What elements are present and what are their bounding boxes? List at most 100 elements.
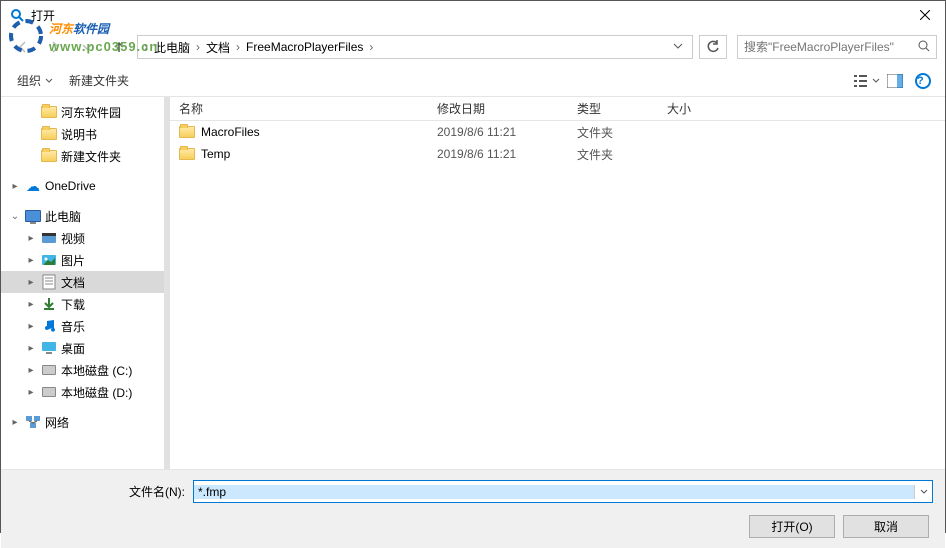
organize-label: 组织: [17, 72, 41, 89]
sidebar-item-1[interactable]: 说明书: [1, 123, 166, 145]
sidebar-item-0[interactable]: 河东软件园: [1, 101, 166, 123]
sidebar-item-12[interactable]: ▸桌面: [1, 337, 166, 359]
folder-icon: [41, 104, 57, 120]
sidebar-item-16[interactable]: ▸ 网络: [1, 411, 166, 433]
column-headers: 名称 修改日期 类型 大小: [167, 97, 945, 121]
nav-forward-button[interactable]: [41, 35, 69, 59]
breadcrumb-sep-icon: ›: [367, 40, 375, 54]
breadcrumb-sep-icon: ›: [142, 40, 150, 54]
nav-recent-button[interactable]: [73, 35, 101, 59]
refresh-button[interactable]: [699, 35, 727, 59]
help-button[interactable]: ?: [909, 69, 937, 93]
file-type: 文件夹: [565, 124, 655, 141]
sidebar-item-label: 河东软件园: [61, 104, 121, 121]
sidebar-item-7[interactable]: ▸ 视频: [1, 227, 166, 249]
new-folder-label: 新建文件夹: [69, 72, 129, 89]
new-folder-button[interactable]: 新建文件夹: [61, 68, 137, 93]
video-icon: [41, 230, 57, 246]
column-date[interactable]: 修改日期: [425, 100, 565, 117]
file-date: 2019/8/6 11:21: [425, 147, 565, 161]
navbar: › 此电脑 › 文档 › FreeMacroPlayerFiles ›: [1, 29, 945, 65]
arrow-left-icon: [15, 39, 31, 55]
pic-icon: [41, 252, 57, 268]
sidebar-item-4[interactable]: ▸☁OneDrive: [1, 175, 166, 197]
chevron-down-icon: [45, 77, 53, 85]
sidebar-item-label: 视频: [61, 230, 85, 247]
file-list[interactable]: MacroFiles2019/8/6 11:21文件夹Temp2019/8/6 …: [167, 121, 945, 469]
cancel-button[interactable]: 取消: [843, 515, 929, 538]
nav-up-button[interactable]: [105, 35, 133, 59]
chevron-icon: ▸: [25, 299, 37, 310]
refresh-icon: [706, 40, 720, 54]
chevron-down-icon: [82, 42, 92, 52]
splitter-handle[interactable]: [164, 97, 170, 469]
window-title: 打开: [31, 7, 905, 24]
doc-icon: [41, 274, 57, 290]
sidebar-item-label: 桌面: [61, 340, 85, 357]
view-mode-button[interactable]: [853, 69, 881, 93]
organize-button[interactable]: 组织: [9, 68, 61, 93]
address-dropdown-button[interactable]: [668, 40, 688, 54]
sidebar-item-14[interactable]: ▸本地磁盘 (D:): [1, 381, 166, 403]
sidebar-item-label: 此电脑: [45, 208, 81, 225]
pc-icon: [25, 208, 41, 224]
music-icon: [41, 318, 57, 334]
help-icon: ?: [915, 73, 931, 89]
breadcrumb-sep-icon: ›: [234, 40, 242, 54]
sidebar-item-label: 网络: [45, 414, 69, 431]
sidebar-item-8[interactable]: ▸图片: [1, 249, 166, 271]
chevron-icon: ▸: [25, 365, 37, 376]
sidebar-item-9[interactable]: ▸文档: [1, 271, 166, 293]
search-icon[interactable]: [918, 40, 930, 55]
sidebar-item-13[interactable]: ▸本地磁盘 (C:): [1, 359, 166, 381]
file-pane: 名称 修改日期 类型 大小 MacroFiles2019/8/6 11:21文件…: [167, 97, 945, 469]
bottom-bar: 文件名(N): 打开(O) 取消: [1, 469, 945, 548]
filename-label: 文件名(N):: [13, 483, 193, 500]
chevron-icon: ▸: [25, 277, 37, 288]
chevron-icon: ▸: [9, 417, 21, 428]
breadcrumb-sep-icon: ›: [194, 40, 202, 54]
chevron-icon: ▸: [9, 181, 21, 192]
arrow-right-icon: [47, 39, 63, 55]
address-bar[interactable]: › 此电脑 › 文档 › FreeMacroPlayerFiles ›: [137, 35, 693, 59]
search-input[interactable]: [744, 40, 918, 54]
chevron-icon: ▸: [25, 255, 37, 266]
open-button[interactable]: 打开(O): [749, 515, 835, 538]
file-type: 文件夹: [565, 146, 655, 163]
close-icon: [920, 10, 930, 20]
breadcrumb-1[interactable]: 文档: [202, 39, 234, 56]
cloud-icon: ☁: [25, 178, 41, 194]
close-button[interactable]: [905, 1, 945, 29]
sidebar-item-10[interactable]: ▸ 下载: [1, 293, 166, 315]
sidebar-item-6[interactable]: ⌄此电脑: [1, 205, 166, 227]
sidebar-item-label: 新建文件夹: [61, 148, 121, 165]
sidebar-item-2[interactable]: 新建文件夹: [1, 145, 166, 167]
chevron-down-icon: [920, 488, 928, 496]
disk-icon: [41, 362, 57, 378]
column-size[interactable]: 大小: [655, 100, 735, 117]
breadcrumb-0[interactable]: 此电脑: [150, 39, 194, 56]
sidebar-item-11[interactable]: ▸ 音乐: [1, 315, 166, 337]
breadcrumb-2[interactable]: FreeMacroPlayerFiles: [242, 40, 367, 54]
preview-pane-button[interactable]: [881, 69, 909, 93]
folder-icon: [179, 126, 195, 138]
file-row-0[interactable]: MacroFiles2019/8/6 11:21文件夹: [167, 121, 945, 143]
chevron-icon: ▸: [25, 233, 37, 244]
desktop-icon: [41, 340, 57, 356]
filename-input[interactable]: [194, 485, 914, 499]
app-icon: [9, 7, 25, 23]
file-date: 2019/8/6 11:21: [425, 125, 565, 139]
sidebar-item-label: 下载: [61, 296, 85, 313]
filename-dropdown-button[interactable]: [914, 485, 932, 499]
nav-back-button[interactable]: [9, 35, 37, 59]
file-row-1[interactable]: Temp2019/8/6 11:21文件夹: [167, 143, 945, 165]
folder-icon: [41, 148, 57, 164]
filename-combo[interactable]: [193, 480, 933, 503]
sidebar-tree[interactable]: 河东软件园说明书新建文件夹▸☁OneDrive⌄此电脑▸视频▸图片▸文档▸下载▸…: [1, 97, 167, 469]
chevron-down-icon: [673, 41, 683, 51]
chevron-icon: ▸: [25, 321, 37, 332]
search-box[interactable]: [737, 35, 937, 59]
sidebar-item-label: 音乐: [61, 318, 85, 335]
column-type[interactable]: 类型: [565, 100, 655, 117]
column-name[interactable]: 名称: [167, 100, 425, 117]
